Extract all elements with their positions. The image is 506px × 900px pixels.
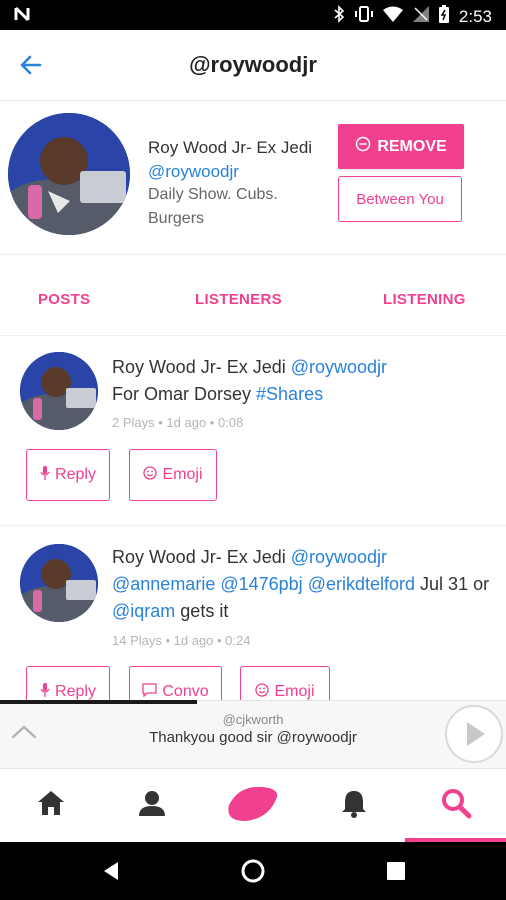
post-body: Jul 31 or <box>420 574 490 594</box>
reply-label: Reply <box>55 466 96 483</box>
page-title: @roywoodjr <box>189 52 317 77</box>
wifi-icon <box>382 6 403 27</box>
android-back-icon[interactable] <box>100 860 122 887</box>
signal-icon <box>412 6 429 27</box>
nav-home[interactable] <box>0 768 101 842</box>
nav-notifications[interactable] <box>303 768 404 842</box>
post-meta: 2 Plays • 1d ago • 0:08 <box>112 415 244 430</box>
profile-bio: Daily Show. Cubs. Burgers <box>148 186 278 227</box>
mention-link[interactable]: @1476pbj <box>220 574 302 594</box>
player-username: @cjkworth <box>222 712 284 727</box>
post-text: Roy Wood Jr- Ex Jedi @roywoodjr @annemar… <box>112 544 492 625</box>
android-nav-bar <box>0 842 506 900</box>
android-home-icon[interactable] <box>240 858 266 889</box>
convo-label: Convo <box>162 683 209 700</box>
vibrate-icon <box>354 5 373 28</box>
n-notification-icon <box>14 6 30 27</box>
emoji-label: Emoji <box>162 466 203 483</box>
post-handle-link[interactable]: @roywoodjr <box>291 357 387 377</box>
post-text: Roy Wood Jr- Ex Jedi @roywoodjr For Omar… <box>112 354 492 408</box>
post-body: For Omar Dorsey <box>112 384 257 404</box>
player-progress-bar <box>0 700 198 704</box>
post-meta: 14 Plays • 1d ago • 0:24 <box>112 633 251 648</box>
nav-record[interactable] <box>202 768 303 842</box>
divider <box>0 335 506 336</box>
smiley-icon <box>255 682 270 702</box>
reply-button[interactable]: Reply <box>26 449 110 501</box>
bell-icon <box>340 788 368 823</box>
play-button[interactable] <box>445 705 503 763</box>
microphone-icon <box>40 682 50 702</box>
profile-handle-link[interactable]: @roywoodjr <box>148 162 239 181</box>
divider <box>0 254 506 255</box>
tab-listeners[interactable]: LISTENERS <box>195 291 282 308</box>
app-header: @roywoodjr <box>0 30 506 101</box>
reply-label: Reply <box>55 683 96 700</box>
tab-listening[interactable]: LISTENING <box>383 291 466 308</box>
post-body-end: gets it <box>180 601 229 621</box>
record-blob-icon <box>225 783 281 828</box>
status-time: 2:53 <box>458 6 492 26</box>
profile-avatar <box>8 113 130 235</box>
profile-name: Roy Wood Jr- Ex Jedi <box>148 138 313 157</box>
chat-bubble-icon <box>142 682 158 702</box>
smiley-icon <box>143 465 158 485</box>
post-author: Roy Wood Jr- Ex Jedi <box>112 357 286 377</box>
remove-label: REMOVE <box>377 137 447 155</box>
microphone-icon <box>40 465 50 485</box>
hashtag-link[interactable]: #Shares <box>256 384 323 404</box>
mention-link[interactable]: @annemarie <box>112 574 215 594</box>
emoji-button[interactable]: Emoji <box>129 449 217 501</box>
mention-link[interactable]: @iqram <box>112 601 175 621</box>
bluetooth-icon <box>333 5 345 28</box>
minus-circle-icon <box>355 136 371 157</box>
post-handle-link[interactable]: @roywoodjr <box>291 547 387 567</box>
player-caption: Thankyou good sir @roywoodjr <box>149 729 357 746</box>
mention-link[interactable]: @erikdtelford <box>308 574 415 594</box>
nav-profile[interactable] <box>101 768 202 842</box>
divider <box>0 525 506 526</box>
between-you-button[interactable]: Between You <box>338 176 462 222</box>
search-icon <box>440 787 472 824</box>
person-icon <box>138 789 166 822</box>
remove-button[interactable]: REMOVE <box>338 124 464 169</box>
tab-posts[interactable]: POSTS <box>38 291 90 308</box>
nav-search[interactable] <box>405 768 506 842</box>
android-recents-icon[interactable] <box>386 861 406 886</box>
battery-icon <box>438 5 449 28</box>
post-author: Roy Wood Jr- Ex Jedi <box>112 547 286 567</box>
status-bar: 2:53 <box>0 0 506 30</box>
post-avatar[interactable] <box>20 352 98 430</box>
home-icon <box>36 789 66 822</box>
post-avatar[interactable] <box>20 544 98 622</box>
emoji-label: Emoji <box>274 683 315 700</box>
